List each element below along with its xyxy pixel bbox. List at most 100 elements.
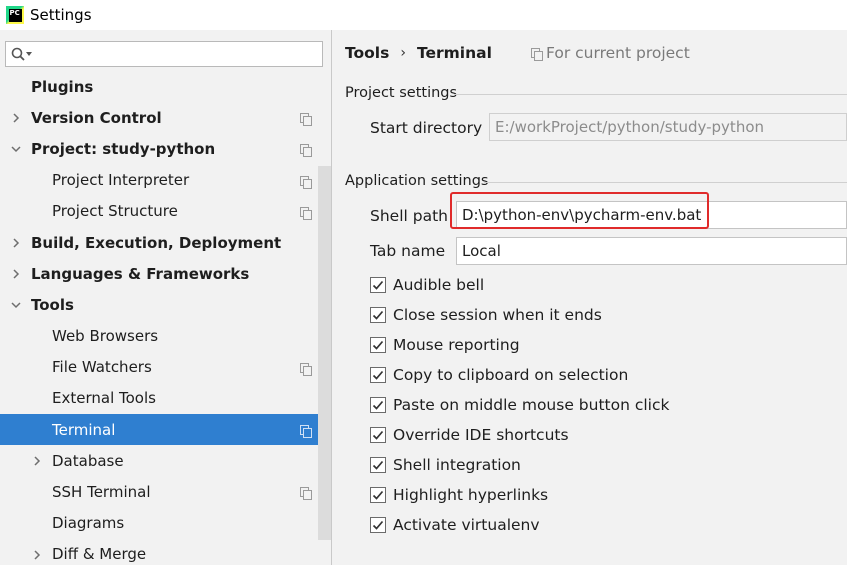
- checkbox-copy-to-clipboard-on-selection[interactable]: [370, 367, 386, 383]
- scope-indicator: For current project: [531, 44, 690, 62]
- sidebar-item-external-tools[interactable]: External Tools: [0, 383, 331, 414]
- sidebar-scrollbar[interactable]: [318, 166, 331, 540]
- sidebar-item-build-execution-deployment[interactable]: Build, Execution, Deployment: [0, 227, 331, 258]
- chevron-right-icon[interactable]: [31, 455, 43, 467]
- tab-name-label: Tab name: [370, 242, 446, 260]
- chevron-right-icon[interactable]: [31, 549, 43, 561]
- checkbox-row-highlight-hyperlinks[interactable]: Highlight hyperlinks: [370, 483, 548, 507]
- checkbox-row-audible-bell[interactable]: Audible bell: [370, 273, 484, 297]
- shell-path-label: Shell path: [370, 207, 448, 225]
- checkbox-row-copy-to-clipboard-on-selection[interactable]: Copy to clipboard on selection: [370, 363, 628, 387]
- checkbox-row-paste-on-middle-mouse-button-click[interactable]: Paste on middle mouse button click: [370, 393, 669, 417]
- start-directory-input[interactable]: [489, 113, 847, 141]
- sidebar-item-label: Languages & Frameworks: [31, 264, 250, 283]
- project-scope-icon: [300, 175, 312, 189]
- search-input[interactable]: [37, 43, 322, 65]
- chevron-right-icon[interactable]: [10, 268, 22, 280]
- breadcrumb: Tools › Terminal: [345, 44, 492, 62]
- tab-name-input[interactable]: [456, 237, 847, 265]
- project-scope-icon: [531, 48, 543, 61]
- project-scope-icon: [300, 113, 312, 127]
- check-icon: [372, 520, 384, 530]
- project-scope-icon: [300, 362, 312, 376]
- checkbox-label: Shell integration: [393, 456, 521, 474]
- sidebar-item-label: Project: study-python: [31, 139, 216, 158]
- sidebar-item-label: Version Control: [31, 108, 162, 127]
- sidebar-item-label: External Tools: [52, 389, 156, 408]
- checkbox-label: Copy to clipboard on selection: [393, 366, 629, 384]
- sidebar-item-web-browsers[interactable]: Web Browsers: [0, 321, 331, 352]
- sidebar-item-label: File Watchers: [52, 358, 152, 377]
- checkbox-row-close-session-when-it-ends[interactable]: Close session when it ends: [370, 303, 602, 327]
- sidebar-item-label: SSH Terminal: [52, 483, 151, 502]
- sidebar-item-project-study-python[interactable]: Project: study-python: [0, 133, 331, 164]
- sidebar-item-project-structure[interactable]: Project Structure: [0, 196, 331, 227]
- sidebar-item-plugins[interactable]: Plugins: [0, 71, 331, 102]
- breadcrumb-current: Terminal: [416, 44, 492, 62]
- sidebar-item-label: Database: [52, 451, 124, 470]
- project-scope-icon: [300, 487, 312, 501]
- application-settings-divider: [484, 182, 847, 183]
- sidebar-item-label: Web Browsers: [52, 327, 159, 346]
- application-settings-header: Application settings: [345, 173, 489, 189]
- project-scope-icon: [300, 144, 312, 158]
- checkbox-label: Highlight hyperlinks: [393, 486, 549, 504]
- search-icon[interactable]: [11, 47, 33, 61]
- check-icon: [372, 310, 384, 320]
- start-directory-label: Start directory: [370, 119, 483, 137]
- sidebar-item-label: Diagrams: [52, 514, 125, 533]
- check-icon: [372, 280, 384, 290]
- check-icon: [372, 490, 384, 500]
- checkbox-row-activate-virtualenv[interactable]: Activate virtualenv: [370, 513, 540, 537]
- check-icon: [372, 340, 384, 350]
- checkbox-close-session-when-it-ends[interactable]: [370, 307, 386, 323]
- checkbox-row-mouse-reporting[interactable]: Mouse reporting: [370, 333, 520, 357]
- checkbox-label: Activate virtualenv: [393, 516, 540, 534]
- project-settings-header: Project settings: [345, 85, 458, 101]
- sidebar-item-tools[interactable]: Tools: [0, 289, 331, 320]
- window-title: Settings: [30, 6, 92, 24]
- checkbox-highlight-hyperlinks[interactable]: [370, 487, 386, 503]
- sidebar-item-version-control[interactable]: Version Control: [0, 102, 331, 133]
- project-settings-divider: [455, 94, 847, 95]
- scope-label: For current project: [546, 44, 690, 62]
- checkbox-paste-on-middle-mouse-button-click[interactable]: [370, 397, 386, 413]
- check-icon: [372, 460, 384, 470]
- pycharm-logo-icon: PC: [6, 6, 24, 24]
- sidebar-item-ssh-terminal[interactable]: SSH Terminal: [0, 476, 331, 507]
- checkbox-row-shell-integration[interactable]: Shell integration: [370, 453, 521, 477]
- logo-text: PC: [8, 8, 22, 22]
- chevron-down-icon[interactable]: [10, 299, 22, 311]
- checkbox-override-ide-shortcuts[interactable]: [370, 427, 386, 443]
- sidebar-item-terminal[interactable]: Terminal: [0, 414, 331, 446]
- checkbox-activate-virtualenv[interactable]: [370, 517, 386, 533]
- sidebar-item-diff-merge[interactable]: Diff & Merge: [0, 539, 331, 565]
- checkbox-audible-bell[interactable]: [370, 277, 386, 293]
- sidebar-item-label: Project Structure: [52, 202, 178, 221]
- shell-path-input[interactable]: [456, 201, 847, 229]
- chevron-down-icon[interactable]: [10, 143, 22, 155]
- breadcrumb-separator: ›: [400, 45, 406, 61]
- settings-sidebar: Plugins Version Control Project: study-pyt…: [0, 30, 332, 565]
- sidebar-item-label: Diff & Merge: [52, 545, 147, 564]
- checkbox-shell-integration[interactable]: [370, 457, 386, 473]
- settings-tree: Plugins Version Control Project: study-pyt…: [0, 71, 331, 565]
- sidebar-item-label: Plugins: [31, 77, 94, 96]
- sidebar-item-file-watchers[interactable]: File Watchers: [0, 352, 331, 383]
- sidebar-item-project-interpreter[interactable]: Project Interpreter: [0, 165, 331, 196]
- sidebar-item-database[interactable]: Database: [0, 445, 331, 476]
- chevron-right-icon[interactable]: [10, 112, 22, 124]
- sidebar-item-label: Build, Execution, Deployment: [31, 233, 282, 252]
- checkbox-row-override-ide-shortcuts[interactable]: Override IDE shortcuts: [370, 423, 569, 447]
- checkbox-mouse-reporting[interactable]: [370, 337, 386, 353]
- checkbox-label: Override IDE shortcuts: [393, 426, 569, 444]
- search-box[interactable]: [5, 41, 323, 67]
- title-bar: PC Settings: [0, 0, 847, 30]
- sidebar-item-languages-frameworks[interactable]: Languages & Frameworks: [0, 258, 331, 289]
- check-icon: [372, 370, 384, 380]
- settings-content: Tools › Terminal For current project Pro…: [333, 30, 847, 565]
- chevron-right-icon[interactable]: [10, 237, 22, 249]
- sidebar-item-diagrams[interactable]: Diagrams: [0, 508, 331, 539]
- checkbox-label: Mouse reporting: [393, 336, 520, 354]
- sidebar-item-label: Tools: [31, 295, 74, 314]
